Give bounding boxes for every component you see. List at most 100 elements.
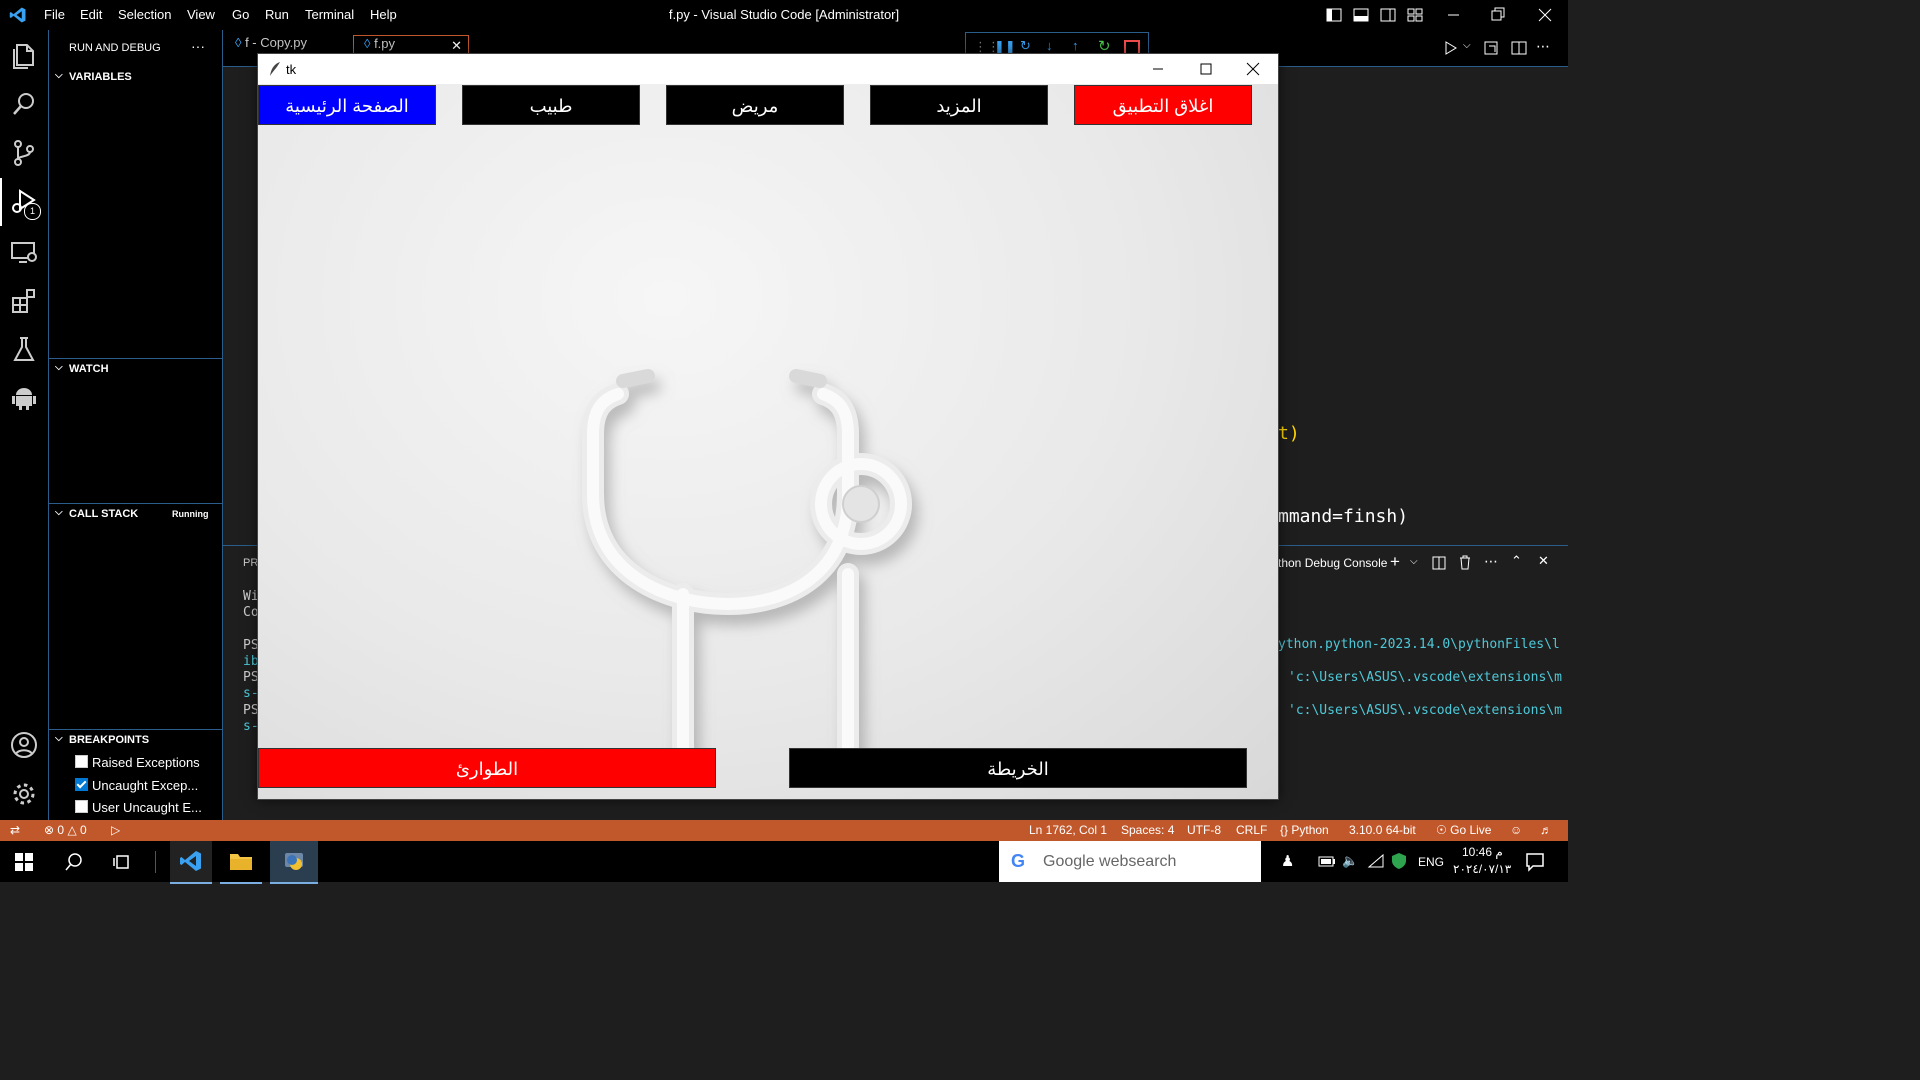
taskbar-file-explorer[interactable] [220,841,262,884]
new-terminal-icon[interactable]: + [1390,552,1400,572]
close-tab-icon[interactable]: ✕ [451,38,462,54]
menu-edit[interactable]: Edit [80,7,102,22]
tk-title-bar[interactable]: tk [258,54,1278,84]
search-icon[interactable] [64,852,84,872]
volume-icon[interactable]: 🔈 [1342,853,1358,869]
emergency-button[interactable]: الطوارئ [258,748,716,788]
activity-bar: 1 [0,30,49,820]
watch-section-header[interactable]: ⌵ WATCH [49,358,222,379]
open-changes-icon[interactable] [1483,40,1499,56]
close-icon[interactable] [1537,7,1553,23]
remote-icon[interactable]: ⇄ [10,823,20,837]
vscode-logo-icon [9,7,26,23]
wifi-icon[interactable] [1367,853,1385,869]
clock-date[interactable]: ٢٠٢٤/٠٧/١٣ [1453,862,1511,876]
language-mode[interactable]: {} Python [1280,823,1329,837]
menu-file[interactable]: File [44,7,65,22]
status-bar: ⇄ ⊗ 0 △ 0 ▷ Ln 1762, Col 1 Spaces: 4 UTF… [0,820,1568,841]
menu-selection[interactable]: Selection [118,7,171,22]
sidebar-more-button[interactable]: ··· [191,38,205,54]
maximize-icon[interactable] [1199,62,1213,76]
search-icon[interactable] [8,88,40,120]
toggle-primary-sidebar-icon[interactable] [1326,7,1342,23]
notifications-icon[interactable]: ♬ [1540,823,1552,837]
customize-layout-icon[interactable] [1407,7,1423,23]
menu-terminal[interactable]: Terminal [305,7,354,22]
windows-start-icon[interactable] [15,853,33,871]
patient-button[interactable]: مريض [666,85,844,125]
language-indicator[interactable]: ENG [1418,855,1444,869]
close-icon[interactable] [1246,62,1260,76]
chevron-down-icon[interactable]: ⌵ [1463,40,1471,51]
gear-icon[interactable] [8,778,40,810]
remote-explorer-icon[interactable] [8,236,40,268]
taskbar-python-tk[interactable] [270,841,318,884]
minimize-icon[interactable] [1151,62,1165,76]
step-into-icon[interactable]: ↓ [1046,38,1053,53]
doctor-button[interactable]: طبيب [462,85,640,125]
accounts-icon[interactable] [8,729,40,761]
battery-icon[interactable] [1318,856,1336,867]
call-stack-section-header[interactable]: ⌵ CALL STACK Running [49,503,222,524]
taskbar-vscode[interactable] [170,841,212,884]
feedback-icon[interactable]: ☺ [1510,823,1522,837]
tab-label: f - Copy.py [245,35,307,50]
clock-time[interactable]: 10:46 م [1462,845,1503,859]
indentation[interactable]: Spaces: 4 [1121,823,1174,837]
menu-run[interactable]: Run [265,7,289,22]
line-ending[interactable]: CRLF [1236,823,1267,837]
more-actions-icon[interactable]: ⋯ [1536,38,1550,55]
warning-count: 0 [80,823,87,837]
menu-help[interactable]: Help [370,7,397,22]
menu-view[interactable]: View [187,7,215,22]
breakpoints-section-header[interactable]: ⌵ BREAKPOINTS [49,729,222,750]
python-interpreter[interactable]: 3.10.0 64-bit [1349,823,1416,837]
toggle-secondary-sidebar-icon[interactable] [1380,7,1396,23]
variables-section-header[interactable]: ⌵ VARIABLES [49,67,222,87]
checkbox-checked[interactable] [75,778,88,791]
cursor-position[interactable]: Ln 1762, Col 1 [1029,823,1107,837]
close-app-button[interactable]: اغلاق التطبيق [1074,85,1252,125]
minimize-icon[interactable] [1446,7,1462,23]
android-icon[interactable] [8,382,40,414]
more-button[interactable]: المزيد [870,85,1048,125]
code-fragment: mmand=finsh) [1278,506,1409,527]
people-icon[interactable]: ♟ [1281,852,1294,870]
checkbox[interactable] [75,755,88,768]
testing-icon[interactable] [8,333,40,365]
more-icon[interactable]: ⋯ [1484,553,1498,570]
encoding[interactable]: UTF-8 [1187,823,1221,837]
maximize-panel-icon[interactable]: ⌃ [1511,553,1522,569]
debug-status-icon[interactable]: ▷ [111,823,120,837]
notification-center-icon[interactable] [1525,852,1545,872]
restore-icon[interactable] [1490,7,1506,23]
source-control-icon[interactable] [8,137,40,169]
breakpoint-item[interactable]: User Uncaught E... [75,800,202,815]
step-over-icon[interactable]: ↻ [1020,38,1031,54]
checkbox[interactable] [75,800,88,813]
breakpoint-item[interactable]: Uncaught Excep... [75,778,198,793]
run-file-icon[interactable] [1443,40,1459,56]
trash-icon[interactable] [1458,555,1472,570]
debug-console-title[interactable]: thon Debug Console [1278,556,1387,570]
breakpoint-item[interactable]: Raised Exceptions [75,755,200,770]
split-editor-icon[interactable] [1511,40,1527,56]
panel-tab-problems[interactable]: PR [243,557,258,569]
shield-icon[interactable] [1391,852,1407,870]
go-live-button[interactable]: ☉ Go Live [1436,823,1491,837]
map-button[interactable]: الخريطة [789,748,1247,788]
problems-status[interactable]: ⊗ 0 △ 0 [44,823,87,837]
chevron-down-icon[interactable]: ⌵ [1410,556,1418,567]
stethoscope-image [582,369,912,764]
menu-go[interactable]: Go [232,7,249,22]
close-panel-icon[interactable]: ✕ [1538,553,1549,569]
task-view-icon[interactable] [112,852,132,872]
google-search-box[interactable]: G Google websearch [999,841,1261,882]
home-button[interactable]: الصفحة الرئيسية [258,85,436,125]
step-out-icon[interactable]: ↑ [1072,38,1079,53]
explorer-icon[interactable] [8,40,40,72]
split-terminal-icon[interactable] [1432,556,1446,570]
extensions-icon[interactable] [8,285,40,317]
toggle-panel-icon[interactable] [1353,7,1369,23]
folder-icon [230,854,252,870]
